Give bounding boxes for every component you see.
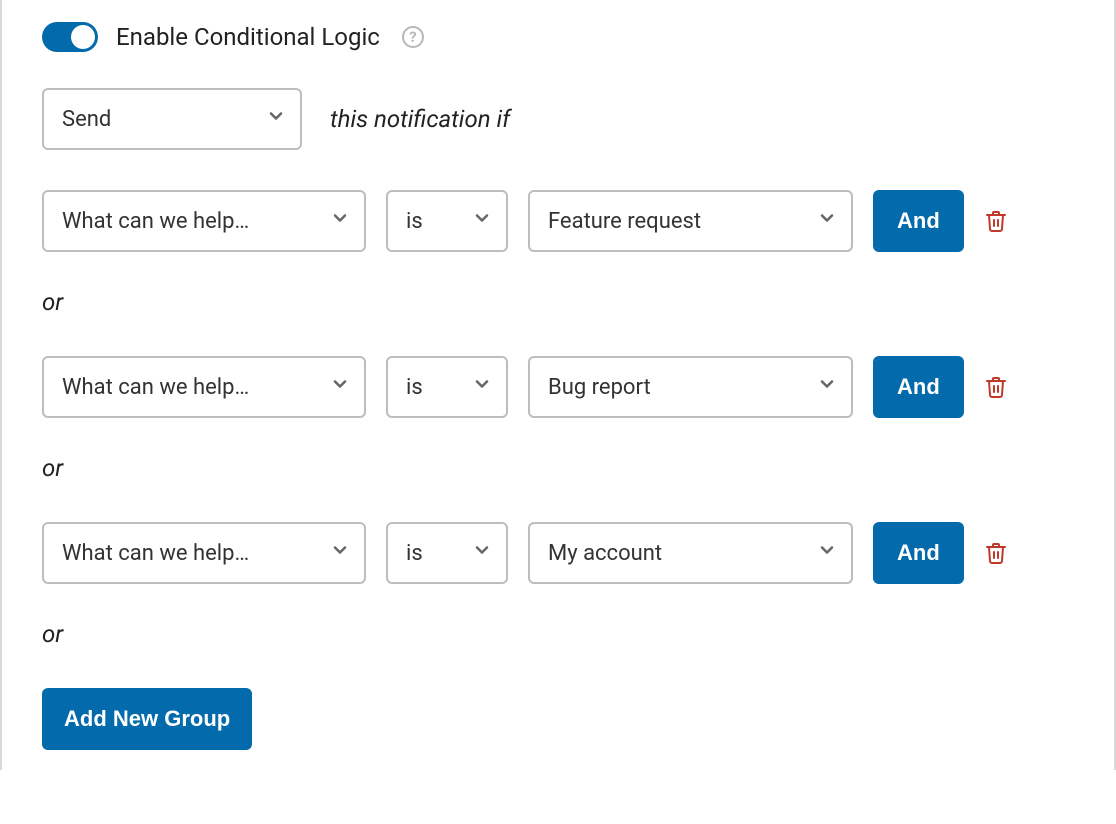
- chevron-down-icon: [472, 374, 492, 400]
- rule-operator-value: is: [406, 541, 458, 566]
- rule-value-text: Bug report: [548, 375, 803, 400]
- chevron-down-icon: [266, 106, 286, 132]
- rule-operator-select[interactable]: is: [386, 356, 508, 418]
- delete-rule-icon[interactable]: [984, 540, 1008, 566]
- rule-row: What can we help… is Feature request And: [42, 190, 1074, 252]
- and-button[interactable]: And: [873, 522, 964, 584]
- delete-rule-icon[interactable]: [984, 208, 1008, 234]
- or-separator: or: [42, 288, 1074, 316]
- rule-field-select[interactable]: What can we help…: [42, 356, 366, 418]
- or-separator: or: [42, 454, 1074, 482]
- enable-toggle[interactable]: [42, 22, 98, 52]
- action-row: Send this notification if: [42, 88, 1074, 150]
- rule-row: What can we help… is Bug report And: [42, 356, 1074, 418]
- rule-value-select[interactable]: My account: [528, 522, 853, 584]
- chevron-down-icon: [472, 540, 492, 566]
- action-trailing-text: this notification if: [330, 105, 510, 133]
- header-row: Enable Conditional Logic ?: [42, 22, 1074, 52]
- or-separator: or: [42, 620, 1074, 648]
- rule-field-value: What can we help…: [62, 209, 316, 234]
- rule-value-select[interactable]: Feature request: [528, 190, 853, 252]
- enable-toggle-label: Enable Conditional Logic: [116, 23, 380, 51]
- add-new-group-button[interactable]: Add New Group: [42, 688, 252, 750]
- chevron-down-icon: [472, 208, 492, 234]
- rule-value-select[interactable]: Bug report: [528, 356, 853, 418]
- chevron-down-icon: [330, 208, 350, 234]
- chevron-down-icon: [330, 374, 350, 400]
- delete-rule-icon[interactable]: [984, 374, 1008, 400]
- rule-operator-value: is: [406, 375, 458, 400]
- rule-operator-select[interactable]: is: [386, 522, 508, 584]
- toggle-knob: [71, 25, 95, 49]
- rule-value-text: My account: [548, 541, 803, 566]
- chevron-down-icon: [817, 208, 837, 234]
- chevron-down-icon: [330, 540, 350, 566]
- rule-operator-value: is: [406, 209, 458, 234]
- and-button[interactable]: And: [873, 356, 964, 418]
- rule-row: What can we help… is My account And: [42, 522, 1074, 584]
- rule-operator-select[interactable]: is: [386, 190, 508, 252]
- rule-field-select[interactable]: What can we help…: [42, 522, 366, 584]
- chevron-down-icon: [817, 540, 837, 566]
- conditional-logic-panel: Enable Conditional Logic ? Send this not…: [0, 0, 1116, 770]
- chevron-down-icon: [817, 374, 837, 400]
- rule-value-text: Feature request: [548, 209, 803, 234]
- rule-field-value: What can we help…: [62, 541, 316, 566]
- action-select[interactable]: Send: [42, 88, 302, 150]
- rule-field-value: What can we help…: [62, 375, 316, 400]
- action-select-value: Send: [62, 107, 252, 132]
- and-button[interactable]: And: [873, 190, 964, 252]
- help-icon[interactable]: ?: [402, 26, 424, 48]
- rule-field-select[interactable]: What can we help…: [42, 190, 366, 252]
